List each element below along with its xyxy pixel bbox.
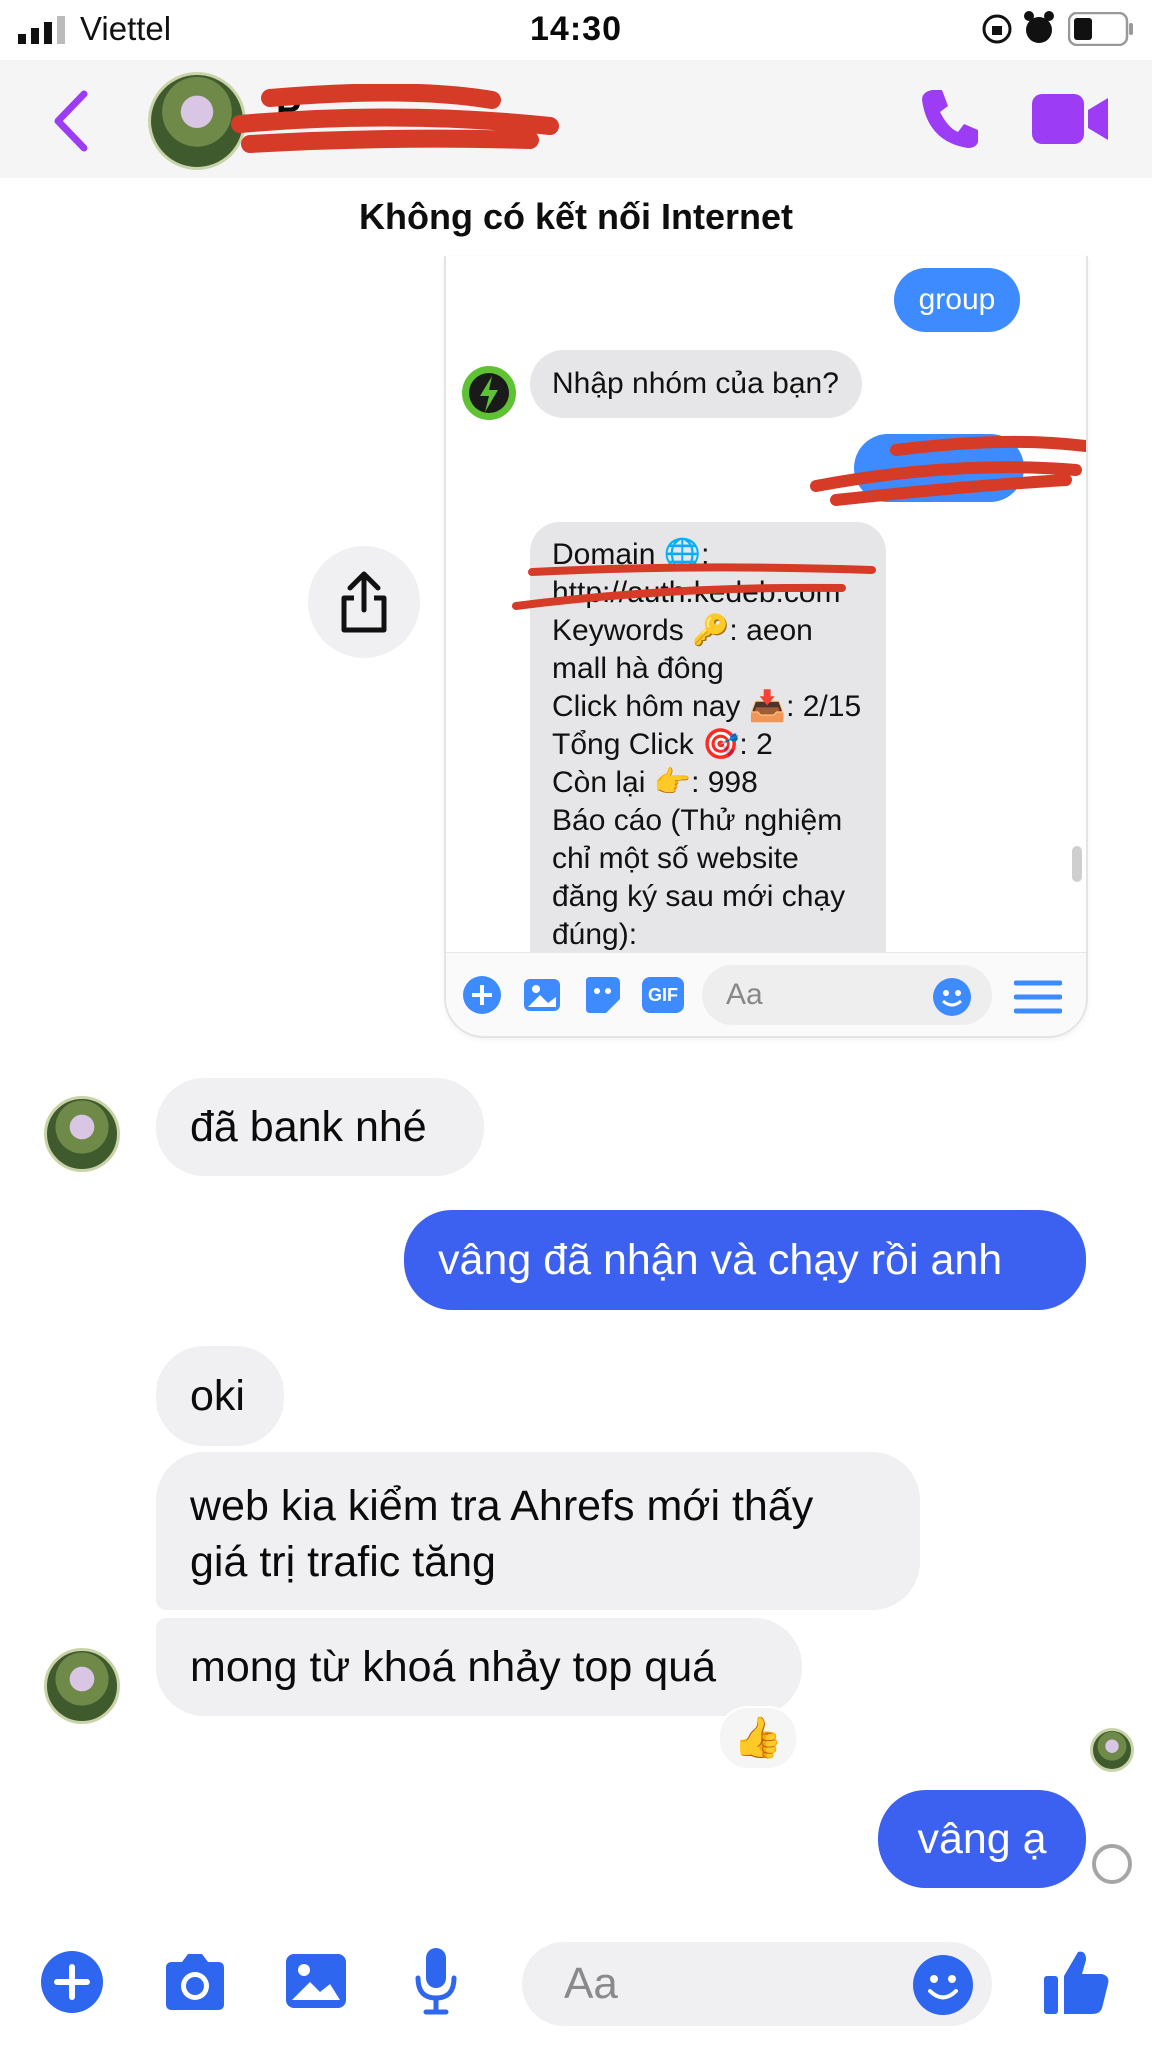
embed-gif-button: GIF bbox=[642, 977, 684, 1013]
embed-info-line: Tổng Click 🎯: 2 bbox=[552, 728, 773, 761]
bot-avatar-icon bbox=[462, 366, 516, 420]
redaction-mark bbox=[231, 84, 559, 153]
back-arrow-icon[interactable] bbox=[52, 90, 92, 152]
embed-info-line: Báo cáo (Thử nghiệm bbox=[552, 804, 843, 837]
conversation-header: P bbox=[0, 60, 1152, 178]
share-icon bbox=[341, 571, 387, 633]
message-in-multiline[interactable]: web kia kiểm tra Ahrefs mới thấy giá trị… bbox=[156, 1452, 920, 1610]
alarm-icon bbox=[1024, 11, 1054, 43]
no-connection-banner: Không có kết nối Internet bbox=[358, 196, 793, 237]
redaction-mark bbox=[512, 563, 876, 610]
embed-plus-icon bbox=[463, 976, 501, 1014]
rotation-lock-icon bbox=[982, 14, 1012, 44]
embed-scrollbar bbox=[1072, 846, 1082, 882]
embed-bot-prompt: Nhập nhóm của bạn? bbox=[530, 350, 862, 418]
embed-composer-bar: GIF Aa bbox=[446, 952, 1086, 1036]
phone-call-icon[interactable] bbox=[918, 86, 982, 150]
battery-icon bbox=[1068, 12, 1133, 46]
shared-image-message[interactable]: group Nhập nhóm của bạn? Domain 🌐: http:… bbox=[444, 256, 1088, 1038]
message-in[interactable]: mong từ khoá nhảy top quá bbox=[156, 1618, 802, 1716]
sender-avatar[interactable] bbox=[44, 1096, 120, 1172]
embed-info-line: Click hôm nay 📥: 2/15 bbox=[552, 690, 862, 723]
embed-emoji-icon bbox=[933, 978, 971, 1016]
message-line: web kia kiểm tra Ahrefs mới thấy bbox=[190, 1482, 814, 1530]
embed-bubble-group: group bbox=[894, 268, 1020, 332]
sender-avatar[interactable] bbox=[44, 1648, 120, 1724]
like-thumb-icon[interactable] bbox=[1040, 1946, 1112, 2018]
embed-info-line: đăng ký sau mới chạy bbox=[552, 880, 846, 913]
message-line: giá trị trafic tăng bbox=[190, 1538, 496, 1586]
embed-info-line: chỉ một số website bbox=[552, 842, 799, 875]
embed-info-line: Còn lại 👉: 998 bbox=[552, 766, 758, 799]
redaction-mark bbox=[810, 435, 1086, 506]
status-bar: Viettel 14:30 bbox=[0, 0, 1152, 60]
embed-menu-icon bbox=[1014, 980, 1062, 1014]
emoji-icon[interactable] bbox=[912, 1954, 974, 2016]
message-out[interactable]: vâng ạ bbox=[878, 1790, 1086, 1888]
embed-sticker-icon bbox=[586, 977, 620, 1013]
camera-icon[interactable] bbox=[160, 1952, 230, 2012]
message-in[interactable]: oki bbox=[156, 1346, 284, 1446]
message-in[interactable]: đã bank nhé bbox=[156, 1078, 484, 1176]
video-call-icon[interactable] bbox=[1030, 92, 1110, 146]
read-receipt-avatar bbox=[1090, 1728, 1134, 1772]
plus-icon[interactable] bbox=[40, 1950, 104, 2014]
microphone-icon[interactable] bbox=[414, 1946, 458, 2016]
sending-status-icon bbox=[1092, 1844, 1132, 1884]
embed-info-line: mall hà đông bbox=[552, 652, 724, 685]
thumbs-up-reaction[interactable]: 👍 bbox=[718, 1706, 798, 1770]
gallery-icon[interactable] bbox=[284, 1952, 348, 2010]
share-button[interactable] bbox=[308, 546, 420, 658]
embed-gallery-icon bbox=[524, 979, 560, 1011]
message-out[interactable]: vâng đã nhận và chạy rồi anh bbox=[404, 1210, 1086, 1310]
composer-bar: Aa bbox=[0, 1920, 1152, 2048]
embed-info-line: đúng): bbox=[552, 918, 638, 951]
